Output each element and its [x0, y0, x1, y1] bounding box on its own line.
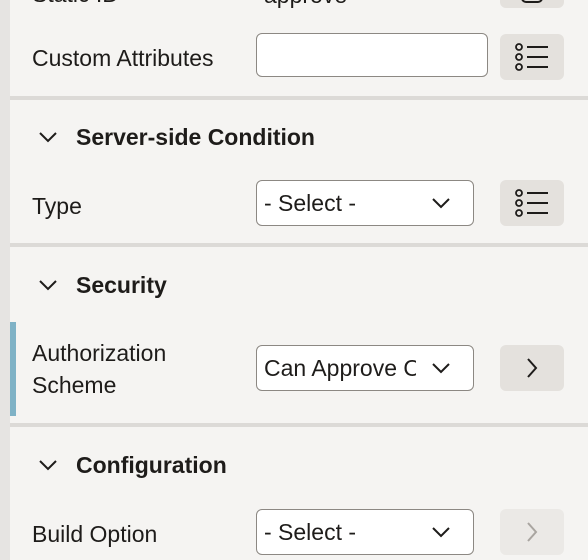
section-divider: [10, 243, 588, 247]
list-icon: [515, 189, 548, 217]
static-id-row: Static ID approve: [10, 0, 588, 10]
section-divider: [10, 423, 588, 427]
configuration-title: Configuration: [76, 452, 227, 478]
build-option-value: - Select -: [264, 519, 357, 545]
section-divider: [10, 96, 588, 100]
chevron-right-icon: [527, 358, 538, 378]
condition-type-row: Type - Select -: [10, 178, 588, 234]
chevron-right-icon: [527, 522, 538, 542]
authorization-scheme-value: Can Approve Orders: [264, 355, 416, 381]
chevron-down-icon: [432, 198, 450, 209]
build-option-goto-button[interactable]: [500, 509, 564, 555]
property-editor-panel: Static ID approve Custom Attributes: [10, 0, 588, 560]
build-option-row: Build Option - Select -: [10, 506, 588, 560]
condition-type-select[interactable]: - Select -: [256, 180, 474, 226]
static-id-button[interactable]: [500, 0, 564, 8]
custom-attributes-label: Custom Attributes: [32, 45, 214, 71]
configuration-header[interactable]: Configuration: [10, 441, 588, 491]
chevron-down-icon: [432, 527, 450, 538]
chevron-down-icon: [39, 280, 57, 291]
security-header[interactable]: Security: [10, 261, 588, 311]
server-side-condition-header[interactable]: Server-side Condition: [10, 113, 588, 163]
security-title: Security: [76, 272, 167, 298]
static-id-label: Static ID: [32, 0, 119, 10]
custom-attributes-input[interactable]: [256, 33, 488, 77]
build-option-label: Build Option: [32, 521, 158, 547]
chevron-down-icon: [39, 460, 57, 471]
authorization-scheme-label-line1: Authorization: [32, 340, 167, 366]
server-side-condition-title: Server-side Condition: [76, 124, 315, 150]
chevron-down-icon: [432, 363, 450, 374]
build-option-select[interactable]: - Select -: [256, 509, 474, 555]
authorization-scheme-select[interactable]: Can Approve Orders: [256, 345, 474, 391]
condition-type-label: Type: [32, 193, 82, 219]
static-id-value: approve: [264, 0, 347, 9]
custom-attributes-row: Custom Attributes: [10, 30, 588, 90]
chevron-down-icon: [39, 132, 57, 143]
clipboard-icon: [521, 0, 543, 3]
condition-type-list-button[interactable]: [500, 180, 564, 226]
condition-type-value: - Select -: [264, 190, 357, 216]
custom-attributes-list-button[interactable]: [500, 34, 564, 80]
authorization-scheme-row: Authorization Scheme Can Approve Orders: [10, 322, 588, 416]
authorization-scheme-goto-button[interactable]: [500, 345, 564, 391]
authorization-scheme-label-line2: Scheme: [32, 372, 117, 398]
current-item-indicator: [10, 322, 16, 416]
list-icon: [515, 43, 548, 71]
